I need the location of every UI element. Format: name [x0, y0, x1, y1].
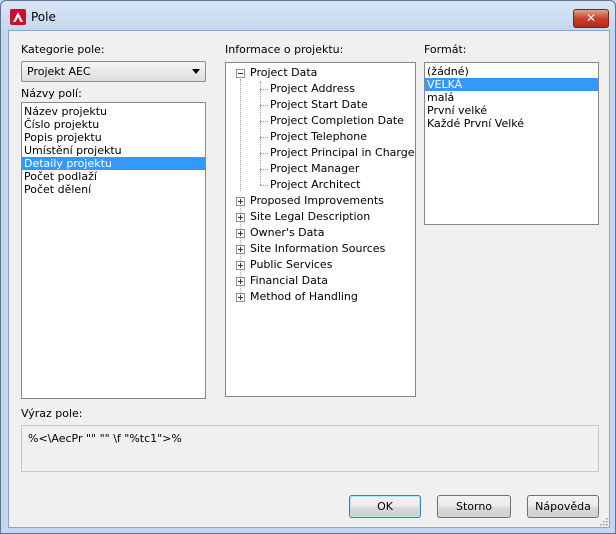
collapse-icon[interactable] [236, 69, 245, 78]
field-names-list[interactable]: Název projektu Číslo projektu Popis proj… [21, 102, 206, 399]
tree-connector [260, 81, 261, 185]
field-names-label: Názvy polí: [21, 87, 82, 100]
expand-icon[interactable] [236, 229, 245, 238]
expand-icon[interactable] [236, 293, 245, 302]
dialog-client-area: Kategorie pole: Projekt AEC Názvy polí: … [8, 30, 610, 528]
list-item[interactable]: Umístění projektu [22, 144, 205, 157]
ok-button[interactable]: OK [349, 495, 421, 518]
resize-grip-icon[interactable] [598, 516, 608, 526]
list-item[interactable]: Číslo projektu [22, 118, 205, 131]
list-item-selected[interactable]: Detaily projektu [22, 157, 205, 170]
expression-label: Výraz pole: [21, 407, 83, 420]
tree-leaf-label: Project Start Date [270, 98, 368, 111]
list-item[interactable]: Každé První Velké [425, 117, 598, 130]
list-item[interactable]: malá [425, 91, 598, 104]
tree-connector [260, 137, 268, 138]
list-item[interactable]: První velké [425, 104, 598, 117]
close-icon: ✕ [585, 11, 597, 25]
tree-leaf-label: Project Address [270, 82, 355, 95]
tree-connector [260, 185, 268, 186]
project-info-tree[interactable]: Project Data Project Address Project Sta… [225, 62, 416, 397]
expand-icon[interactable] [236, 197, 245, 206]
close-button[interactable]: ✕ [573, 9, 609, 28]
expand-icon[interactable] [236, 245, 245, 254]
category-label: Kategorie pole: [21, 43, 105, 56]
tree-connector [260, 89, 268, 90]
tree-connector [240, 79, 241, 191]
list-item[interactable]: Počet dělení [22, 183, 205, 196]
help-button[interactable]: Nápověda [527, 495, 599, 518]
project-info-label: Informace o projektu: [225, 43, 344, 56]
tree-node-label: Site Information Sources [250, 242, 386, 255]
tree-leaf-label: Project Telephone [270, 130, 367, 143]
tree-leaf-label: Project Completion Date [270, 114, 404, 127]
tree-node-label: Method of Handling [250, 290, 358, 303]
list-item[interactable]: Popis projektu [22, 131, 205, 144]
list-item[interactable]: Počet podlaží [22, 170, 205, 183]
list-item-selected[interactable]: VELKÁ [425, 78, 598, 91]
expand-icon[interactable] [236, 213, 245, 222]
tree-node-label: Site Legal Description [250, 210, 371, 223]
expression-field[interactable]: %<\AecPr "" "" \f "%tc1">% [21, 425, 599, 472]
tree-connector [260, 169, 268, 170]
tree-connector [260, 121, 268, 122]
tree-node-label: Public Services [250, 258, 333, 271]
window-title: Pole [31, 10, 56, 24]
title-bar[interactable]: Pole ✕ [1, 1, 615, 31]
tree-connector [260, 105, 268, 106]
tree-leaf-label: Project Architect [270, 178, 361, 191]
tree-connector [260, 153, 268, 154]
chevron-down-icon [192, 69, 200, 74]
tree-leaf-label: Project Manager [270, 162, 360, 175]
cancel-button[interactable]: Storno [437, 495, 511, 518]
tree-node-label: Financial Data [250, 274, 328, 287]
dialog-window: Pole ✕ Kategorie pole: Projekt AEC Názvy… [0, 0, 616, 534]
category-dropdown[interactable]: Projekt AEC [21, 61, 206, 82]
category-value: Projekt AEC [27, 65, 91, 78]
tree-node-label: Project Data [250, 66, 318, 79]
tree-node-label: Owner's Data [250, 226, 325, 239]
tree-leaf-label: Project Principal in Charge [270, 146, 415, 159]
expression-value: %<\AecPr "" "" \f "%tc1">% [28, 432, 182, 445]
format-label: Formát: [424, 43, 467, 56]
format-list[interactable]: (žádné) VELKÁ malá První velké Každé Prv… [424, 62, 599, 225]
list-item[interactable]: Název projektu [22, 105, 205, 118]
expand-icon[interactable] [236, 261, 245, 270]
expand-icon[interactable] [236, 277, 245, 286]
autocad-app-icon [10, 9, 26, 25]
list-item[interactable]: (žádné) [425, 65, 598, 78]
tree-node-label: Proposed Improvements [250, 194, 384, 207]
